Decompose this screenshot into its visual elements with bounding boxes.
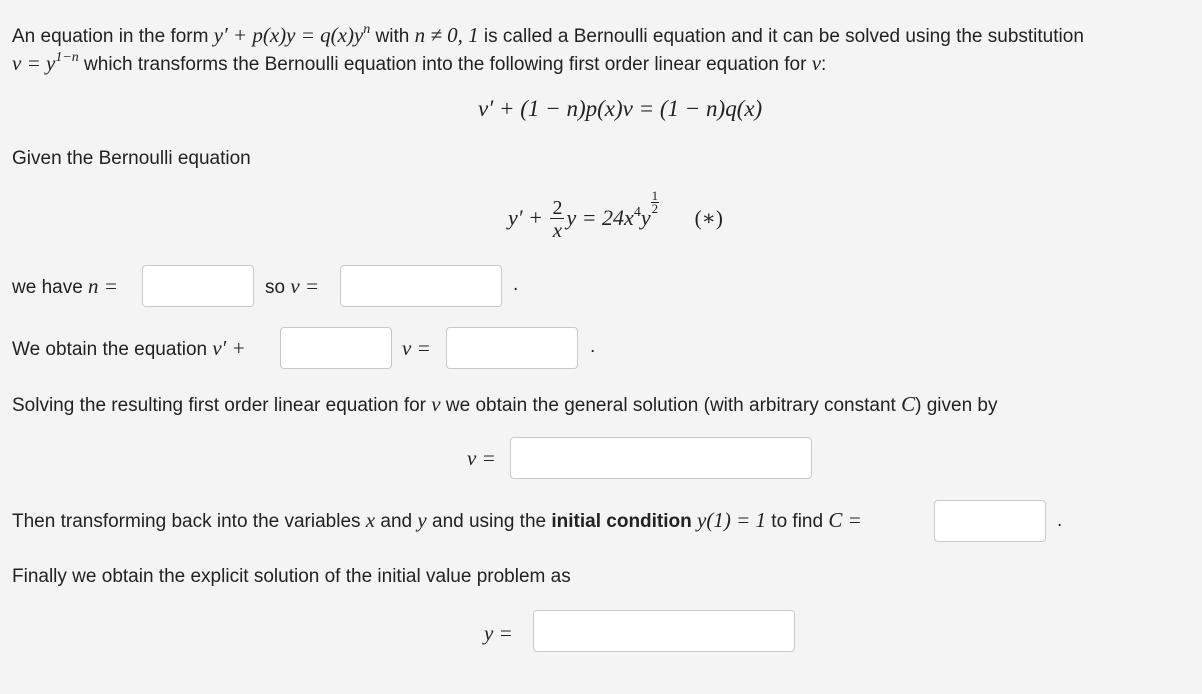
v-equals-label: v = <box>402 336 431 360</box>
linear-equation-display: v′ + (1 − n)p(x)v = (1 − n)q(x) <box>478 96 763 121</box>
final-y-label: y = <box>484 621 513 645</box>
n-condition-math: n ≠ 0, 1 <box>414 23 479 47</box>
period: . <box>513 274 519 295</box>
explicit-solution-input[interactable] <box>533 610 795 652</box>
n-input[interactable] <box>142 265 254 307</box>
obtain-equation-label: We obtain the equation v′ + <box>12 336 246 360</box>
intro-line-2: v = y1−n which transforms the Bernoulli … <box>12 50 827 75</box>
substitution-math: v = y1−n <box>12 50 79 75</box>
given-label: Given the Bernoulli equation <box>12 148 251 169</box>
n-label: we have n = <box>12 274 118 298</box>
coefficient-input[interactable] <box>280 327 392 369</box>
initial-condition-text: Then transforming back into the variable… <box>12 508 862 532</box>
v-substitution-label: so v = <box>265 274 320 298</box>
v-substitution-input[interactable] <box>340 265 502 307</box>
general-solution-text: Solving the resulting first order linear… <box>12 392 998 416</box>
exponent-one-half: 12 <box>650 188 660 216</box>
rhs-input[interactable] <box>446 327 578 369</box>
intro-text: An equation in the form <box>12 26 214 47</box>
general-v-label: v = <box>467 446 496 470</box>
period: . <box>1057 510 1063 531</box>
constant-c-input[interactable] <box>934 500 1046 542</box>
general-solution-input[interactable] <box>510 437 812 479</box>
bernoulli-equation-display: y′ + 2xy = 24x4y 1 2 (∗) <box>508 188 723 243</box>
equation-tag: (∗) <box>694 206 723 230</box>
bernoulli-form-math: y′ + p(x)y = q(x)yn <box>213 22 371 47</box>
fraction-2-over-x: 2x <box>550 197 565 243</box>
period: . <box>590 336 596 357</box>
intro-line-1: An equation in the form y′ + p(x)y = q(x… <box>12 22 1084 47</box>
final-text: Finally we obtain the explicit solution … <box>12 566 571 587</box>
